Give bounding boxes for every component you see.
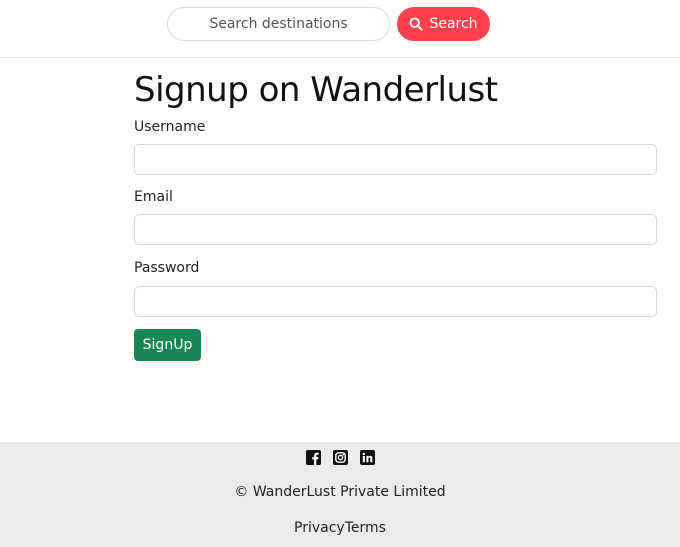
signup-button[interactable]: SignUp (134, 329, 201, 361)
page-title: Signup on Wanderlust (134, 70, 498, 110)
footer: © WanderLust Private Limited PrivacyTerm… (0, 442, 680, 547)
password-field[interactable] (134, 286, 657, 317)
email-field[interactable] (134, 214, 657, 245)
instagram-icon[interactable] (332, 450, 348, 465)
linkedin-icon[interactable] (359, 450, 375, 465)
email-label: Email (134, 189, 173, 205)
username-field[interactable] (134, 144, 657, 175)
privacy-link[interactable]: Privacy (294, 520, 345, 536)
search-button[interactable]: Search (397, 7, 490, 41)
search-input[interactable] (167, 7, 390, 41)
facebook-icon[interactable] (305, 450, 321, 465)
search-button-label: Search (429, 16, 478, 32)
terms-link[interactable]: Terms (345, 520, 386, 536)
footer-links: PrivacyTerms (0, 520, 680, 536)
navbar: Search (0, 0, 680, 58)
social-links (0, 450, 680, 465)
copyright-text: © WanderLust Private Limited (234, 484, 446, 500)
username-label: Username (134, 119, 206, 135)
search-icon (409, 17, 424, 31)
password-label: Password (134, 260, 200, 276)
